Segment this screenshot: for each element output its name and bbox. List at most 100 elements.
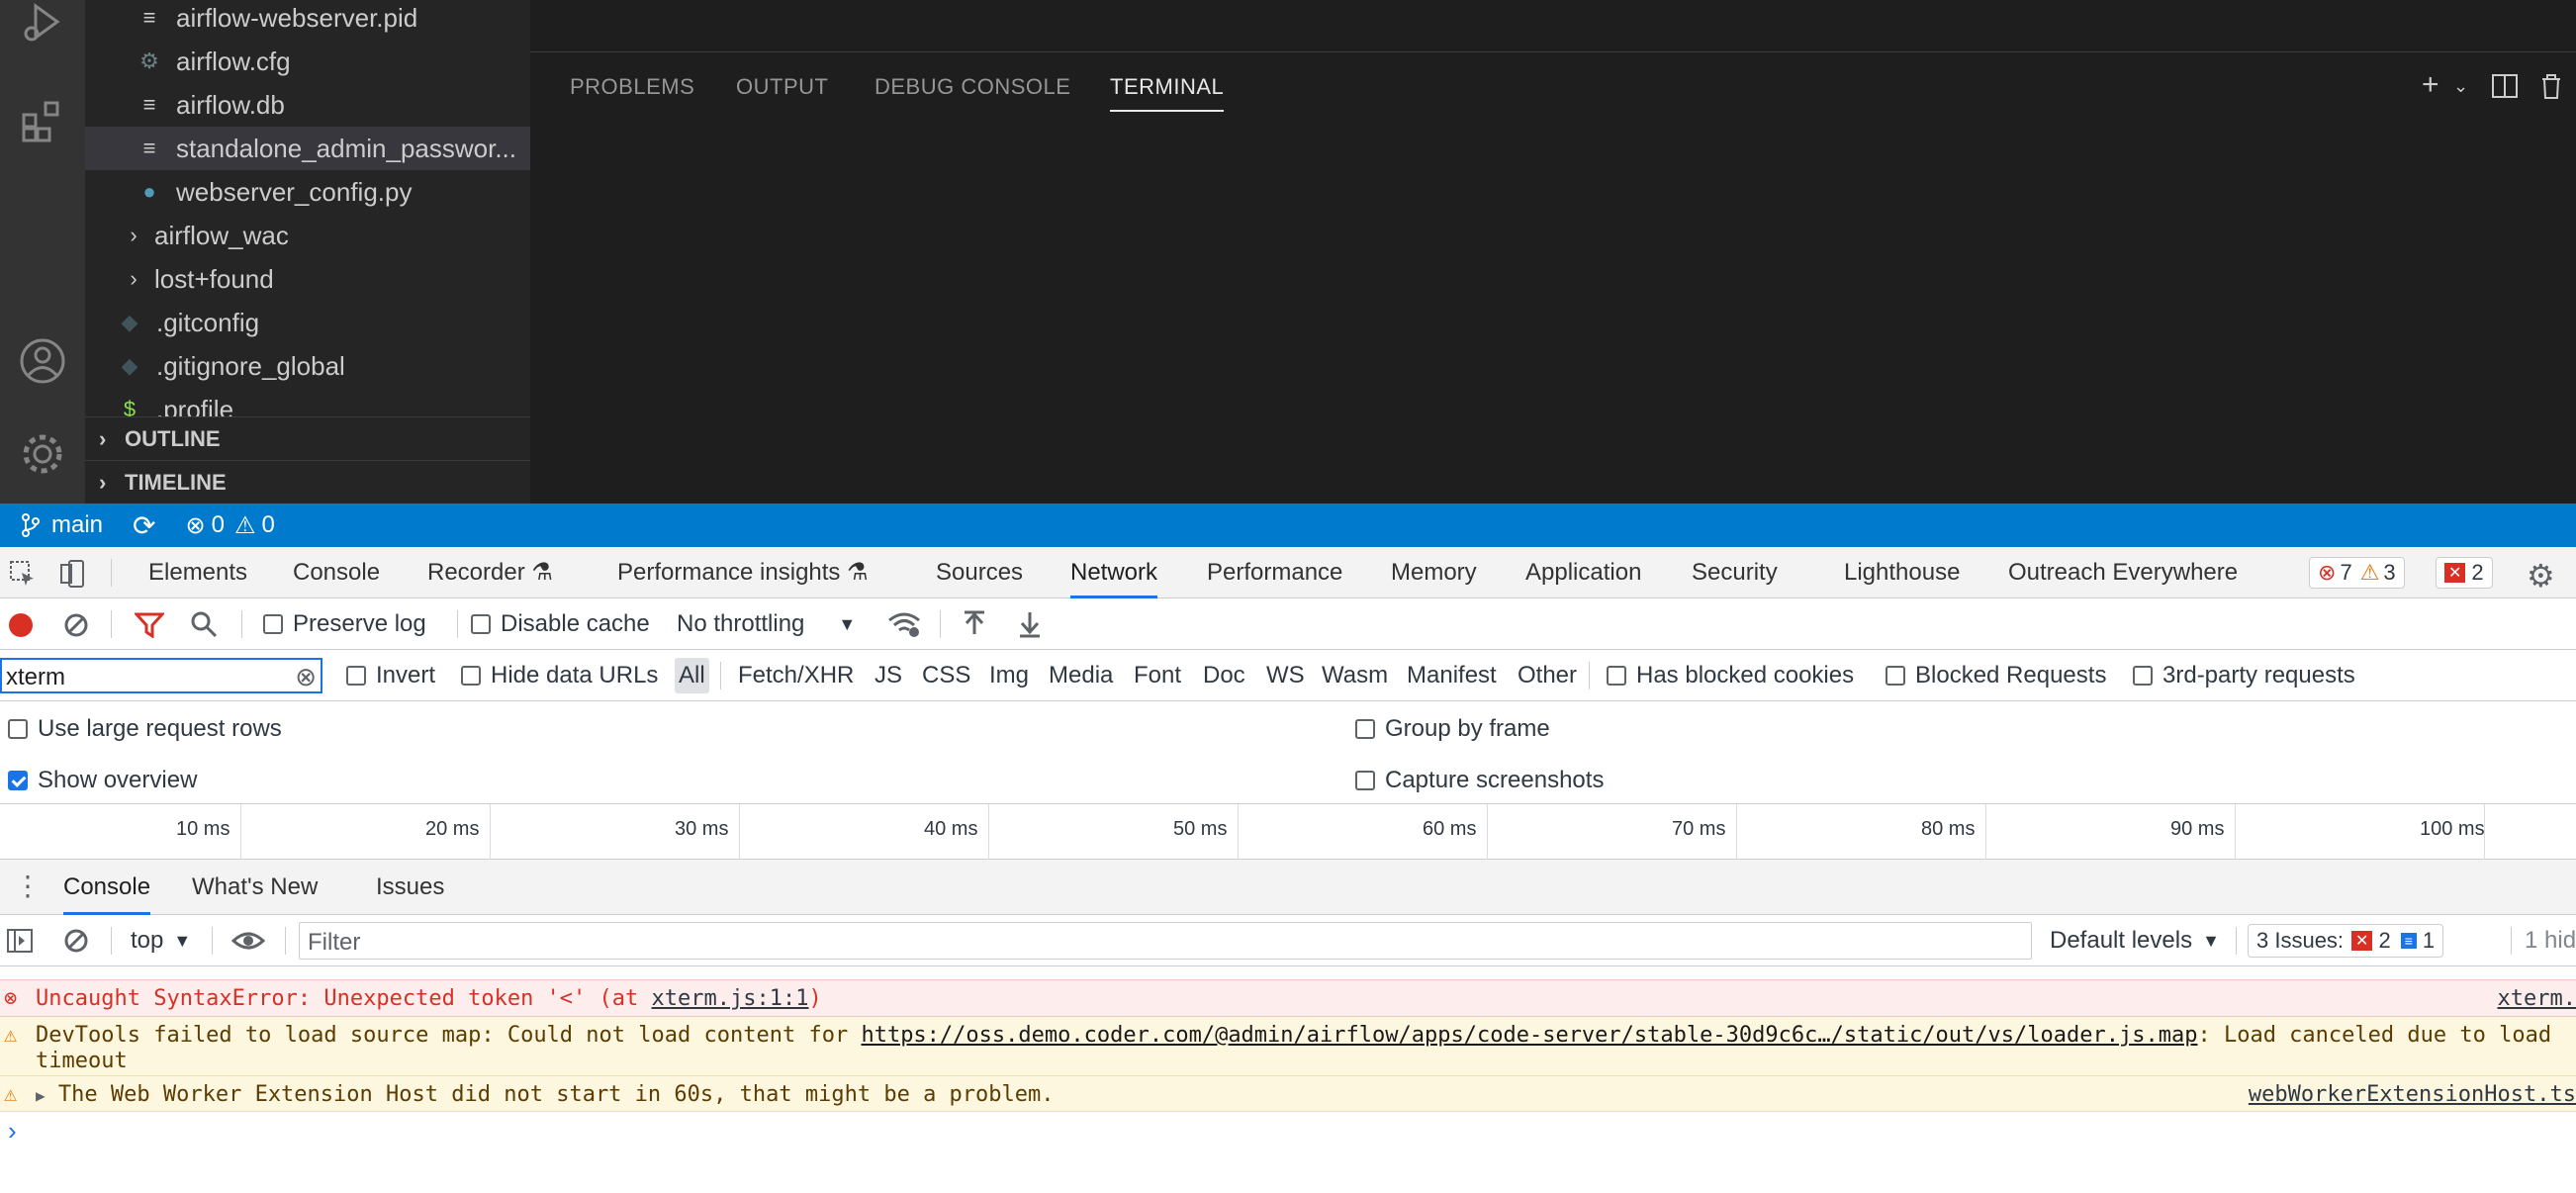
chevron-down-icon[interactable]: ⌄: [2453, 76, 2468, 97]
tab-outreach-everywhere[interactable]: Outreach Everywhere: [2008, 547, 2238, 598]
export-har-icon[interactable]: [1017, 610, 1043, 638]
file-item[interactable]: ● webserver_config.py: [85, 170, 530, 214]
message-source-map-link[interactable]: https://oss.demo.coder.com/@admin/airflo…: [861, 1023, 2197, 1048]
console-prompt[interactable]: ›: [0, 1112, 2576, 1151]
tab-elements[interactable]: Elements: [148, 547, 247, 598]
type-filter-doc[interactable]: Doc: [1199, 658, 1249, 693]
sync-icon[interactable]: ⟳: [133, 509, 155, 542]
console-issues-button[interactable]: 3 Issues: ✕ 2 ≡ 1: [2248, 924, 2444, 958]
context-select[interactable]: top ▼: [131, 927, 191, 955]
show-overview-checkbox[interactable]: Show overview: [8, 767, 197, 794]
file-item[interactable]: ⚙ airflow.cfg: [85, 40, 530, 83]
console-warning-message[interactable]: ⚠ ▶ The Web Worker Extension Host did no…: [0, 1076, 2576, 1112]
hide-data-urls-checkbox[interactable]: Hide data URLs: [461, 662, 658, 689]
checkbox[interactable]: [471, 614, 491, 634]
checkbox[interactable]: [263, 614, 283, 634]
expand-triangle-icon[interactable]: ▶: [36, 1086, 46, 1105]
type-filter-wasm[interactable]: Wasm: [1318, 658, 1392, 693]
file-item-selected[interactable]: ≡ standalone_admin_passwor...: [85, 127, 530, 170]
branch-status[interactable]: main: [20, 511, 103, 539]
drawer-tab-issues[interactable]: Issues: [376, 860, 444, 915]
tab-output[interactable]: OUTPUT: [736, 74, 828, 100]
checkbox[interactable]: [1886, 666, 1905, 686]
checkbox[interactable]: [8, 719, 28, 739]
checkbox[interactable]: [1607, 666, 1626, 686]
tab-performance-insights[interactable]: Performance insights ⚗: [617, 547, 869, 598]
file-item[interactable]: ≡ airflow-webserver.pid: [85, 0, 530, 40]
checkbox[interactable]: [1355, 771, 1375, 790]
folder-item[interactable]: › airflow_wac: [85, 214, 530, 257]
account-icon[interactable]: [14, 332, 71, 390]
error-warning-badge[interactable]: ⊗ 7 ⚠ 3: [2309, 557, 2405, 589]
console-warning-message[interactable]: ⚠ DevTools failed to load source map: Co…: [0, 1017, 2576, 1076]
inspect-element-icon[interactable]: [8, 559, 38, 589]
clear-input-icon[interactable]: ⊗: [295, 662, 317, 692]
issues-badge[interactable]: ✕ 2: [2436, 557, 2493, 589]
message-source-link[interactable]: xterm.js:1:1: [652, 986, 809, 1011]
network-conditions-icon[interactable]: [886, 610, 922, 638]
extensions-icon[interactable]: [14, 91, 71, 148]
type-filter-js[interactable]: JS: [871, 658, 906, 693]
settings-gear-icon[interactable]: ⚙: [2527, 557, 2555, 595]
timeline-section-header[interactable]: › TIMELINE: [85, 460, 530, 504]
sidebar-toggle-icon[interactable]: [6, 928, 34, 954]
outline-section-header[interactable]: › OUTLINE: [85, 416, 530, 460]
console-error-message[interactable]: ⊗ Uncaught SyntaxError: Unexpected token…: [0, 979, 2576, 1017]
problems-status[interactable]: ⊗ 0 ⚠ 0: [186, 511, 275, 540]
type-filter-all[interactable]: All: [675, 658, 709, 693]
type-filter-img[interactable]: Img: [985, 658, 1033, 693]
tab-security[interactable]: Security: [1692, 547, 1778, 598]
eye-icon[interactable]: [231, 927, 265, 955]
more-vertical-icon[interactable]: ⋮: [14, 870, 42, 902]
tab-application[interactable]: Application: [1525, 547, 1641, 598]
message-source-file[interactable]: webWorkerExtensionHost.ts: [2249, 1082, 2576, 1107]
search-icon[interactable]: [190, 610, 218, 638]
tab-console[interactable]: Console: [293, 547, 380, 598]
manage-gear-icon[interactable]: [14, 425, 71, 483]
tab-memory[interactable]: Memory: [1391, 547, 1477, 598]
third-party-checkbox[interactable]: 3rd-party requests: [2133, 662, 2355, 689]
tab-lighthouse[interactable]: Lighthouse: [1844, 547, 1960, 598]
run-debug-icon[interactable]: [14, 0, 71, 51]
group-by-frame-checkbox[interactable]: Group by frame: [1355, 715, 1550, 743]
file-item[interactable]: ◆ .gitignore_global: [85, 344, 530, 388]
tab-performance[interactable]: Performance: [1207, 547, 1342, 598]
has-blocked-cookies-checkbox[interactable]: Has blocked cookies: [1607, 662, 1854, 689]
type-filter-other[interactable]: Other: [1514, 658, 1581, 693]
tab-recorder[interactable]: Recorder ⚗: [427, 547, 553, 598]
blocked-requests-checkbox[interactable]: Blocked Requests: [1886, 662, 2106, 689]
tab-debug-console[interactable]: DEBUG CONSOLE: [874, 74, 1070, 100]
filter-input-box[interactable]: xterm ⊗: [0, 658, 322, 693]
checkbox[interactable]: [346, 666, 366, 686]
device-toolbar-icon[interactable]: [57, 559, 87, 589]
file-item[interactable]: ◆ .gitconfig: [85, 301, 530, 344]
new-terminal-icon[interactable]: +: [2422, 68, 2439, 102]
message-source-file[interactable]: xterm.: [2498, 986, 2576, 1011]
type-filter-font[interactable]: Font: [1130, 658, 1185, 693]
type-filter-css[interactable]: CSS: [918, 658, 974, 693]
disable-cache-checkbox[interactable]: Disable cache: [471, 610, 650, 638]
checkbox[interactable]: [461, 666, 481, 686]
type-filter-media[interactable]: Media: [1045, 658, 1117, 693]
filter-input-value[interactable]: xterm: [6, 664, 65, 691]
type-filter-ws[interactable]: WS: [1262, 658, 1309, 693]
type-filter-manifest[interactable]: Manifest: [1403, 658, 1501, 693]
filter-funnel-icon[interactable]: [135, 612, 164, 638]
preserve-log-checkbox[interactable]: Preserve log: [263, 610, 426, 638]
trash-icon[interactable]: [2538, 72, 2564, 108]
throttling-select[interactable]: No throttling ▼: [677, 610, 856, 638]
drawer-tab-whats-new[interactable]: What's New: [192, 860, 318, 915]
tab-network[interactable]: Network: [1070, 547, 1158, 598]
clear-console-icon[interactable]: [63, 928, 89, 954]
tab-sources[interactable]: Sources: [936, 547, 1023, 598]
import-har-icon[interactable]: [962, 610, 987, 638]
file-item[interactable]: ≡ airflow.db: [85, 83, 530, 127]
type-filter-fetch-xhr[interactable]: Fetch/XHR: [734, 658, 858, 693]
folder-item[interactable]: › lost+found: [85, 257, 530, 301]
capture-screenshots-checkbox[interactable]: Capture screenshots: [1355, 767, 1604, 794]
large-rows-checkbox[interactable]: Use large request rows: [8, 715, 282, 743]
console-filter-input[interactable]: Filter: [299, 922, 2032, 960]
network-overview-timeline[interactable]: 10 ms 20 ms 30 ms 40 ms 50 ms 60 ms 70 ms 80 ms…: [0, 804, 2576, 860]
checkbox[interactable]: [2133, 666, 2153, 686]
checkbox-checked[interactable]: [8, 771, 28, 790]
